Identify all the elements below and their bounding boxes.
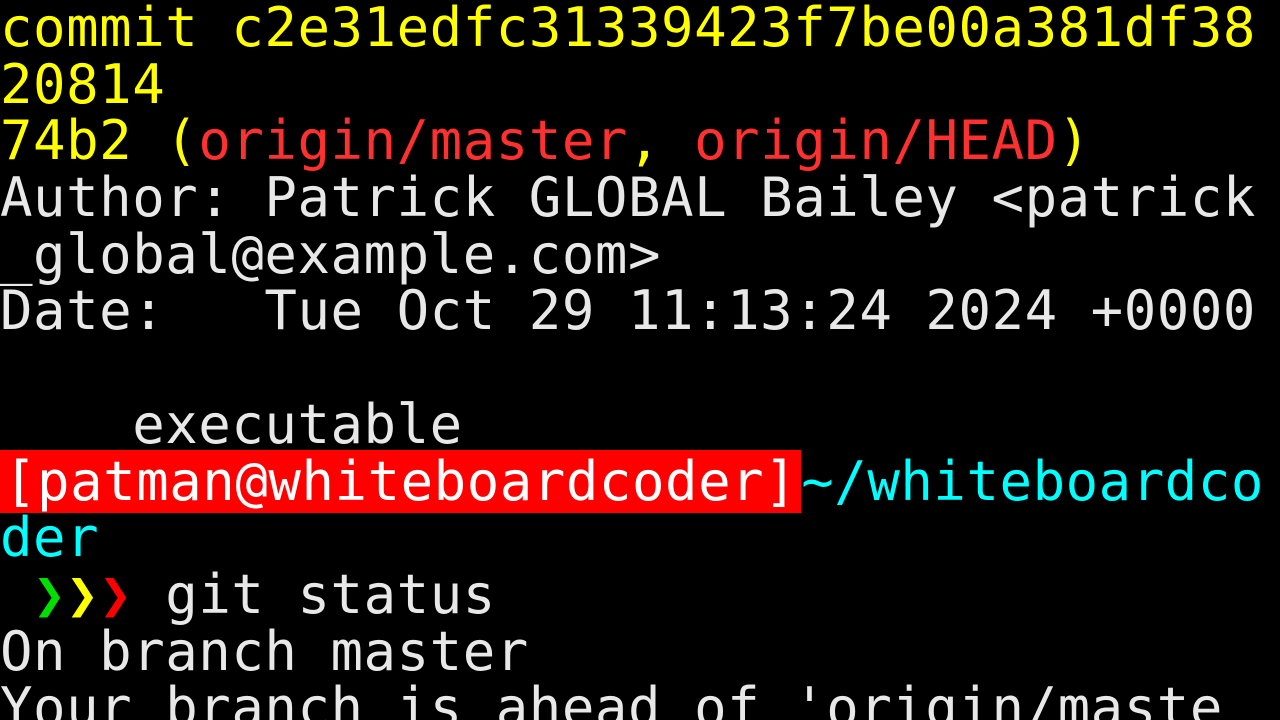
commit-message: executable bbox=[0, 393, 463, 456]
prompt-arrow-icon: ❯ bbox=[33, 563, 66, 626]
status-branch-line: On branch master bbox=[0, 620, 529, 683]
author-line: Author: Patrick GLOBAL Bailey <patrick_g… bbox=[0, 166, 1256, 286]
space-after-hash bbox=[132, 109, 165, 172]
ref-origin-master: origin/master bbox=[198, 109, 628, 172]
prompt-arrow-icon: ❯ bbox=[99, 563, 132, 626]
terminal-output[interactable]: commit c2e31edfc31339423f7be00a381df3820… bbox=[0, 0, 1280, 720]
prompt-arrow-icon: ❯ bbox=[66, 563, 99, 626]
command-input[interactable]: git status bbox=[132, 563, 496, 626]
ref-comma: , bbox=[628, 109, 694, 172]
user-host-badge: [patman@whiteboardcoder] bbox=[0, 450, 801, 513]
paren-close: ) bbox=[1058, 109, 1091, 172]
commit-word: commit bbox=[0, 0, 231, 59]
commit-hash-cont: 74b2 bbox=[0, 109, 132, 172]
date-line: Date: Tue Oct 29 11:13:24 2024 +0000 bbox=[0, 279, 1256, 342]
ref-origin-head: origin/HEAD bbox=[694, 109, 1058, 172]
status-ahead-line: Your branch is ahead of 'origin/master' … bbox=[0, 676, 1223, 720]
paren-open: ( bbox=[165, 109, 198, 172]
